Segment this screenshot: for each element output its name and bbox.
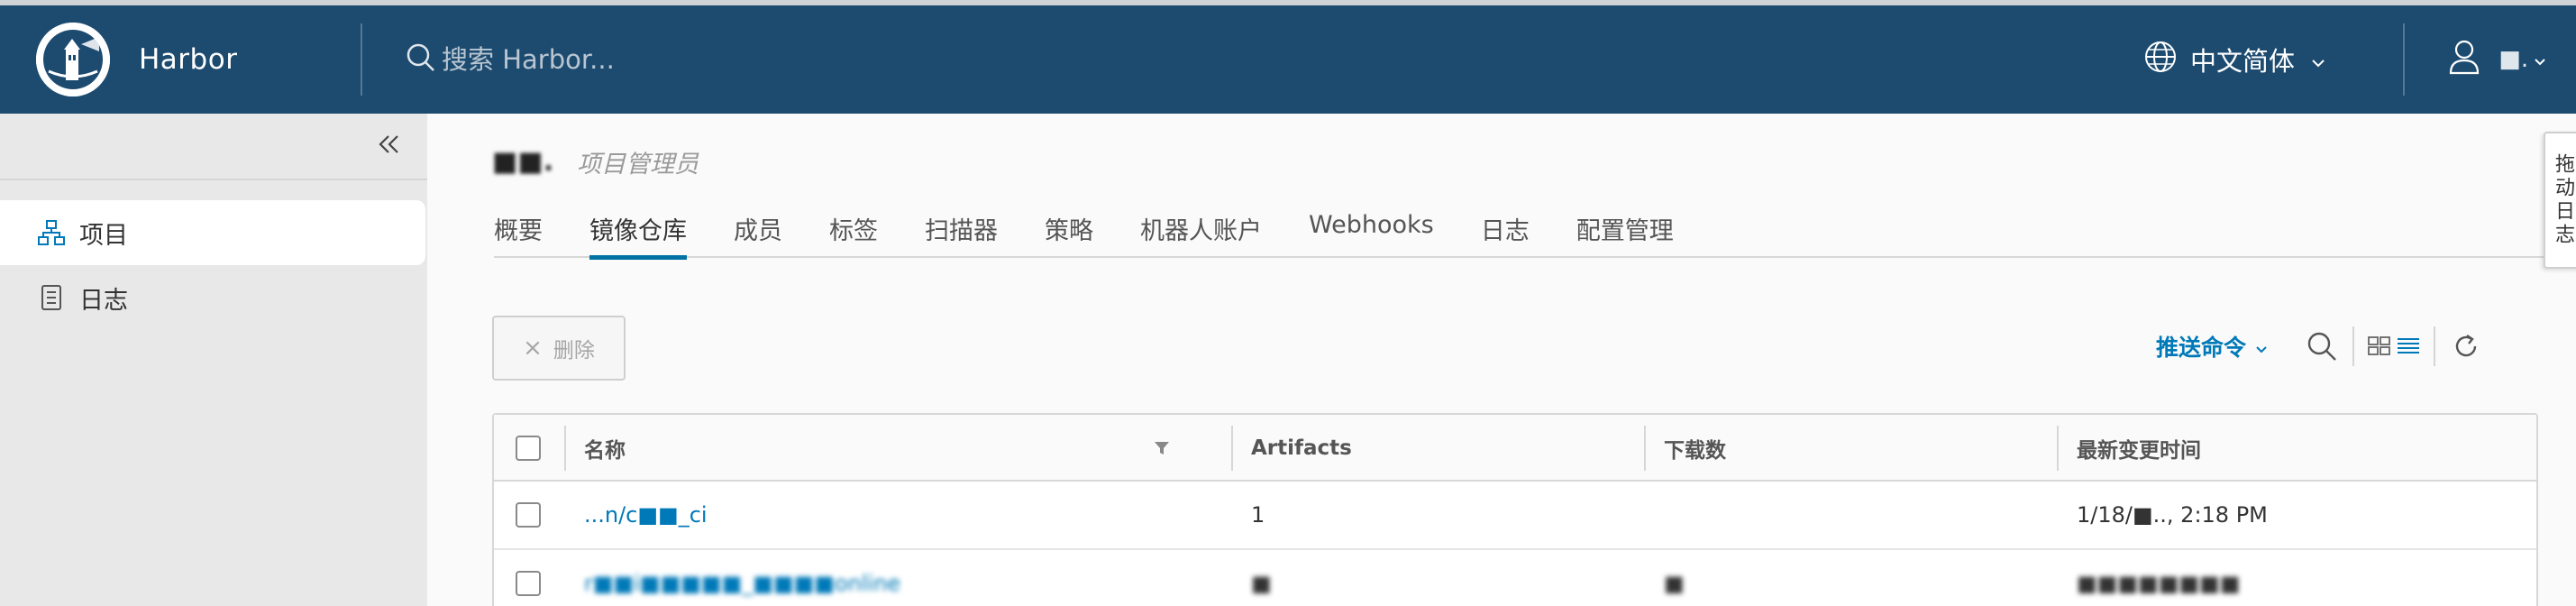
tab-webhooks[interactable]: Webhooks [1309, 207, 1434, 258]
repository-name-link[interactable]: r■■i■■■■■_■■■■online [584, 550, 900, 606]
language-switcher[interactable]: 中文简体 [2143, 5, 2325, 114]
artifacts-count: ■ [1251, 571, 1272, 596]
repository-name-link[interactable]: ...n/c■■_ci [584, 482, 708, 548]
app-header: Harbor 中文简体 ■. [0, 5, 2576, 114]
select-all-checkbox[interactable] [516, 415, 541, 482]
delete-button[interactable]: × 删除 [492, 316, 626, 381]
chevron-down-icon [2255, 334, 2268, 360]
tab-policy[interactable]: 策略 [1045, 207, 1093, 258]
table-header: 名称 Artifacts 下载数 最新变更时间 [494, 415, 2536, 482]
main-content: ■■. 项目管理员 概要 镜像仓库 成员 标签 扫描器 策略 机器人账户 Web… [427, 114, 2576, 606]
column-header-name[interactable]: 名称 [584, 415, 626, 482]
project-role: 项目管理员 [577, 151, 699, 179]
column-header-updated[interactable]: 最新变更时间 [2077, 415, 2201, 482]
update-time: 1/18/■.., 2:18 PM [2077, 502, 2268, 528]
sidebar-item-label: 项目 [79, 221, 128, 250]
toolbar-divider [2352, 326, 2354, 366]
chevron-down-icon [2534, 46, 2546, 73]
project-icon [38, 219, 65, 246]
tab-summary[interactable]: 概要 [494, 207, 543, 258]
push-command-label: 推送命令 [2156, 335, 2247, 361]
sidebar-divider [0, 179, 427, 180]
search-icon [406, 42, 436, 77]
header-divider [361, 23, 362, 96]
harbor-logo-icon [36, 23, 110, 96]
close-icon: × [523, 335, 543, 362]
tab-configuration[interactable]: 配置管理 [1576, 207, 1674, 258]
sidebar-item-logs[interactable]: 日志 [0, 265, 427, 330]
row-checkbox[interactable] [516, 550, 541, 606]
project-tabs: 概要 镜像仓库 成员 标签 扫描器 策略 机器人账户 Webhooks 日志 配… [494, 207, 2545, 260]
push-command-dropdown[interactable]: 推送命令 [2156, 330, 2268, 363]
update-time: ■■■■■■■■ [2077, 571, 2241, 596]
user-icon [2448, 39, 2480, 81]
column-header-artifacts[interactable]: Artifacts [1251, 415, 1352, 482]
user-name: ■. [2491, 46, 2529, 73]
sidebar-item-projects[interactable]: 项目 [0, 200, 425, 265]
side-drawer-tab[interactable]: 拖动日志 [2544, 132, 2576, 269]
globe-icon [2143, 40, 2178, 80]
user-menu[interactable]: ■. [2448, 5, 2546, 114]
brand[interactable]: Harbor [0, 5, 361, 114]
column-separator [2057, 426, 2059, 471]
delete-label: 删除 [553, 339, 595, 363]
tab-members[interactable]: 成员 [734, 207, 782, 258]
row-checkbox[interactable] [516, 482, 541, 548]
view-toggle-icon[interactable] [2365, 326, 2423, 366]
header-divider-right [2403, 23, 2405, 96]
toolbar-divider [2434, 326, 2435, 366]
tab-scanner[interactable]: 扫描器 [925, 207, 998, 258]
log-icon [38, 284, 65, 311]
refresh-icon[interactable] [2446, 326, 2486, 366]
column-separator [564, 426, 566, 471]
project-name: ■■. [492, 146, 554, 178]
filter-icon[interactable] [1154, 415, 1170, 482]
artifacts-count: 1 [1251, 502, 1265, 528]
sidebar: 项目 日志 [0, 114, 427, 606]
search-input[interactable] [442, 44, 982, 75]
column-separator [1231, 426, 1233, 471]
language-label: 中文简体 [2190, 46, 2296, 77]
tab-logs[interactable]: 日志 [1481, 207, 1530, 258]
table-row[interactable]: ...n/c■■_ci 1 1/18/■.., 2:18 PM [494, 482, 2536, 550]
tab-repositories[interactable]: 镜像仓库 [589, 207, 687, 260]
repository-table: 名称 Artifacts 下载数 最新变更时间 ...n/c■■_ci 1 1/… [492, 413, 2538, 606]
tab-robot-accounts[interactable]: 机器人账户 [1140, 207, 1262, 258]
brand-name: Harbor [139, 43, 238, 76]
pull-count: ■ [1664, 571, 1685, 596]
column-header-pulls[interactable]: 下载数 [1664, 415, 1726, 482]
project-header: ■■. 项目管理员 [492, 144, 699, 179]
table-row[interactable]: r■■i■■■■■_■■■■online ■ ■ ■■■■■■■■ [494, 550, 2536, 606]
search-icon[interactable] [2302, 326, 2342, 366]
column-separator [1644, 426, 1646, 471]
chevron-down-icon [2311, 44, 2325, 75]
sidebar-item-label: 日志 [79, 286, 128, 315]
collapse-sidebar-icon[interactable] [371, 126, 407, 162]
global-search[interactable] [406, 42, 1217, 77]
tab-labels[interactable]: 标签 [829, 207, 878, 258]
